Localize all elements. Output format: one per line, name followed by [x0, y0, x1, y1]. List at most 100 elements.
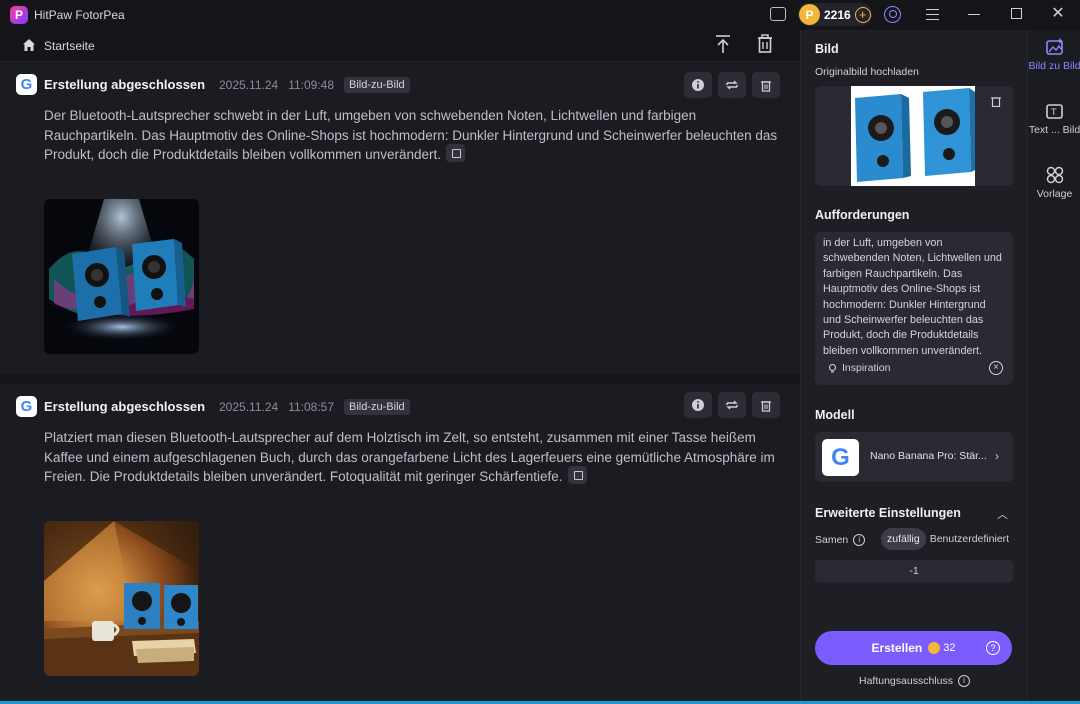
- settings-panel: Bild Originalbild hochladen Aufforderung…: [800, 30, 1027, 704]
- nav-label: Vorlage: [1036, 188, 1073, 200]
- image-edit-icon: [1045, 38, 1063, 55]
- card-timestamp: 2025.11.24 11:08:57: [219, 400, 334, 414]
- minimize-button[interactable]: [968, 14, 980, 15]
- mode-nav: Bild zu Bild T Text ... Bild Vorlage: [1027, 30, 1080, 704]
- title-bar: P HitPaw FotorPea P 2216 + ✕: [0, 0, 1080, 30]
- clear-prompt-icon[interactable]: ×: [989, 361, 1003, 375]
- home-link[interactable]: Startseite: [44, 39, 95, 53]
- regenerate-button[interactable]: [718, 392, 746, 418]
- trash-icon: [761, 400, 771, 412]
- trash-icon: [761, 80, 771, 92]
- card-timestamp: 2025.11.24 11:09:48: [219, 78, 334, 92]
- templates-icon: [1046, 166, 1063, 184]
- card-date: 2025.11.24: [219, 78, 279, 92]
- info-icon: [692, 399, 704, 411]
- lightbulb-icon: [828, 363, 837, 373]
- card-separator: [0, 374, 800, 384]
- text-image-icon: T: [1045, 104, 1063, 119]
- create-cost: 32: [943, 642, 956, 654]
- tent-scene-image: [44, 521, 199, 676]
- disclaimer-link[interactable]: Haftungsausschluss i: [859, 675, 970, 687]
- seed-custom-option[interactable]: Benutzerdefiniert: [930, 533, 1009, 545]
- copy-icon[interactable]: [567, 466, 587, 485]
- regenerate-button[interactable]: [718, 72, 746, 98]
- image-heading: Bild: [815, 42, 839, 56]
- maximize-button[interactable]: [1011, 8, 1022, 19]
- model-heading: Modell: [815, 408, 855, 422]
- home-icon[interactable]: [22, 38, 36, 52]
- result-thumbnail[interactable]: [44, 199, 199, 354]
- info-button[interactable]: [684, 72, 712, 98]
- card-prompt: Der Bluetooth-Lautsprecher schwebt in de…: [44, 106, 784, 165]
- prompts-heading: Aufforderungen: [815, 208, 910, 222]
- google-logo-icon: G: [822, 439, 859, 476]
- inspiration-button[interactable]: Inspiration: [827, 362, 890, 374]
- original-image-box[interactable]: [815, 86, 1013, 186]
- coin-count: 2216: [824, 7, 851, 22]
- menu-icon[interactable]: [926, 9, 939, 20]
- card-prompt: Platziert man diesen Bluetooth-Lautsprec…: [44, 428, 784, 487]
- card-mode-badge: Bild-zu-Bild: [344, 77, 410, 93]
- result-feed[interactable]: G Erstellung abgeschlossen 2025.11.24 11…: [0, 62, 800, 704]
- result-thumbnail[interactable]: [44, 521, 199, 676]
- card-status: Erstellung abgeschlossen: [44, 77, 206, 92]
- speaker-render-image: [44, 199, 199, 354]
- chevron-right-icon: ›: [995, 449, 999, 463]
- info-icon: i: [957, 675, 970, 687]
- refresh-icon: [726, 80, 738, 90]
- card-prompt-text: Platziert man diesen Bluetooth-Lautsprec…: [44, 430, 775, 484]
- close-button[interactable]: ✕: [1050, 6, 1066, 22]
- remove-image-icon[interactable]: [991, 96, 1001, 107]
- delete-card-button[interactable]: [752, 72, 780, 98]
- feedback-icon[interactable]: [770, 7, 786, 21]
- seed-label-text: Samen: [815, 534, 849, 546]
- app-title: HitPaw FotorPea: [34, 8, 125, 22]
- original-image: [851, 86, 975, 186]
- chevron-up-icon[interactable]: ︿: [997, 506, 1008, 522]
- advanced-settings-heading[interactable]: Erweiterte Einstellungen: [815, 506, 961, 520]
- card-prompt-text: Der Bluetooth-Lautsprecher schwebt in de…: [44, 108, 778, 162]
- user-icon[interactable]: [884, 6, 901, 23]
- card-time: 11:09:48: [288, 78, 335, 92]
- add-coins-icon[interactable]: +: [854, 6, 871, 23]
- copy-icon[interactable]: [445, 144, 465, 163]
- create-label: Erstellen: [871, 641, 923, 655]
- seed-mode-toggle[interactable]: zufällig Benutzerdefiniert: [881, 528, 1009, 550]
- delete-card-button[interactable]: [752, 392, 780, 418]
- nav-label: Text ... Bild: [1028, 124, 1080, 136]
- scroll-top-icon[interactable]: [714, 34, 732, 54]
- seed-input[interactable]: -1: [815, 560, 1013, 582]
- disclaimer-label: Haftungsausschluss: [859, 675, 953, 687]
- app-logo-icon: P: [10, 6, 28, 24]
- trash-icon[interactable]: [756, 34, 774, 54]
- coin-icon: [928, 642, 941, 654]
- refresh-icon: [726, 400, 738, 410]
- model-name: Nano Banana Pro: Stär...: [870, 450, 987, 462]
- nav-image-to-image[interactable]: Bild zu Bild: [1028, 38, 1080, 72]
- nav-templates[interactable]: Vorlage: [1028, 166, 1080, 200]
- prompt-textarea[interactable]: in der Luft, umgeben von schwebenden Not…: [815, 232, 1013, 385]
- model-selector[interactable]: G Nano Banana Pro: Stär... ›: [815, 432, 1013, 482]
- nav-label: Bild zu Bild: [1028, 60, 1080, 72]
- seed-label: Samen i: [815, 534, 866, 546]
- prompt-text: in der Luft, umgeben von schwebenden Not…: [823, 237, 1002, 357]
- seed-info-icon[interactable]: i: [853, 534, 866, 546]
- card-time: 11:08:57: [288, 400, 335, 414]
- inspiration-label: Inspiration: [842, 362, 891, 374]
- create-button[interactable]: Erstellen 32 ?: [815, 631, 1012, 665]
- card-status: Erstellung abgeschlossen: [44, 399, 206, 414]
- info-button[interactable]: [684, 392, 712, 418]
- upload-label: Originalbild hochladen: [815, 66, 919, 78]
- coin-balance[interactable]: P 2216 +: [798, 3, 872, 26]
- blue-speakers-image: [851, 86, 975, 186]
- help-icon[interactable]: ?: [986, 641, 1000, 655]
- google-model-icon: G: [16, 396, 37, 417]
- result-card: G Erstellung abgeschlossen 2025.11.24 11…: [0, 62, 800, 374]
- card-mode-badge: Bild-zu-Bild: [344, 399, 410, 415]
- google-model-icon: G: [16, 74, 37, 95]
- coin-icon: P: [799, 4, 820, 25]
- nav-text-to-image[interactable]: T Text ... Bild: [1028, 102, 1080, 136]
- seed-random-option[interactable]: zufällig: [881, 528, 926, 550]
- info-icon: [692, 79, 704, 91]
- svg-text:T: T: [1050, 108, 1057, 118]
